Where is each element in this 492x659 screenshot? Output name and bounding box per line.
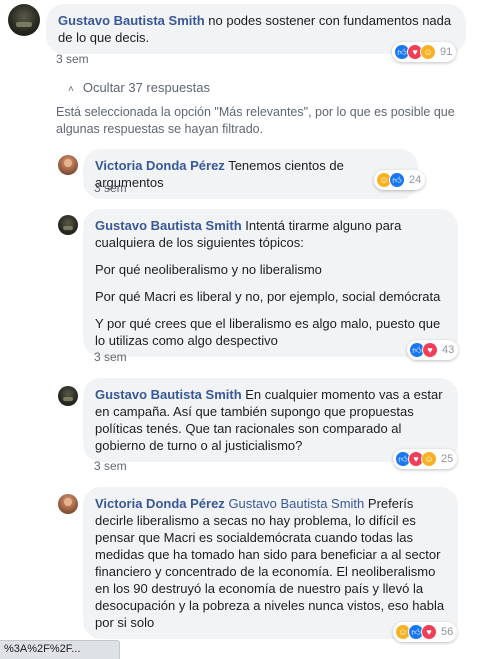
comment-author[interactable]: Gustavo Bautista Smith <box>58 13 205 28</box>
reaction-summary[interactable]: ☺ 👍︎ 24 <box>374 170 426 190</box>
avatar[interactable] <box>8 4 40 36</box>
reaction-summary[interactable]: 👍︎ ♥ ☺ 91 <box>392 42 457 62</box>
filter-note: Está seleccionada la opción "Más relevan… <box>56 105 455 136</box>
reaction-count: 91 <box>440 46 453 58</box>
comment-paragraph: Por qué neoliberalismo y no liberalismo <box>95 262 322 277</box>
avatar[interactable] <box>58 215 78 235</box>
hide-replies-label: Ocultar 37 respuestas <box>82 80 211 95</box>
avatar[interactable] <box>58 494 78 514</box>
reaction-count: 56 <box>441 626 454 638</box>
heart-icon: ♥ <box>421 624 437 640</box>
comment-paragraph: Por qué Macri es liberal y no, por ejemp… <box>95 289 441 304</box>
avatar[interactable] <box>58 386 78 406</box>
reaction-count: 43 <box>442 344 455 356</box>
reaction-count: 25 <box>441 453 454 465</box>
comment-author[interactable]: Gustavo Bautista Smith <box>95 218 242 233</box>
chevron-up-icon: ˄ <box>68 84 74 95</box>
comment-time[interactable]: 3 sem <box>94 350 127 364</box>
laughing-face-icon: ☺ <box>421 451 437 467</box>
comment-author[interactable]: Victoria Donda Pérez <box>95 158 225 173</box>
hide-replies-link[interactable]: ˄ Ocultar 37 respuestas <box>68 80 210 95</box>
browser-status-url: %3A%2F%2F... <box>0 640 120 659</box>
heart-icon: ♥ <box>422 342 438 358</box>
reaction-summary[interactable]: 👍︎ ♥ 43 <box>407 340 459 360</box>
comment-time[interactable]: 3 sem <box>56 52 89 66</box>
mention-link[interactable]: Gustavo Bautista Smith <box>228 496 364 511</box>
comment-author[interactable]: Gustavo Bautista Smith <box>95 387 242 402</box>
comment-bubble: Victoria Donda Pérez Gustavo Bautista Sm… <box>83 487 458 639</box>
comment-text: Preferís decirle liberalismo a secas no … <box>95 496 445 630</box>
reaction-count: 24 <box>409 174 422 186</box>
laughing-face-icon: ☺ <box>420 44 436 60</box>
reaction-summary[interactable]: 👍︎ ♥ ☺ 25 <box>393 449 458 469</box>
comment-bubble: Gustavo Bautista Smith Intentá tirarme a… <box>83 209 458 357</box>
comment-author[interactable]: Victoria Donda Pérez <box>95 496 225 511</box>
comment-paragraph: Y por qué crees que el liberalismo es al… <box>95 316 441 348</box>
comment-bubble: Victoria Donda Pérez Tenemos cientos de … <box>83 149 418 199</box>
comment-time[interactable]: 3 sem <box>94 181 127 195</box>
like-icon: 👍︎ <box>389 172 405 188</box>
reaction-summary[interactable]: ☺ 👍︎ ♥ 56 <box>393 622 458 642</box>
comment-time[interactable]: 3 sem <box>94 459 127 473</box>
avatar[interactable] <box>58 155 78 175</box>
